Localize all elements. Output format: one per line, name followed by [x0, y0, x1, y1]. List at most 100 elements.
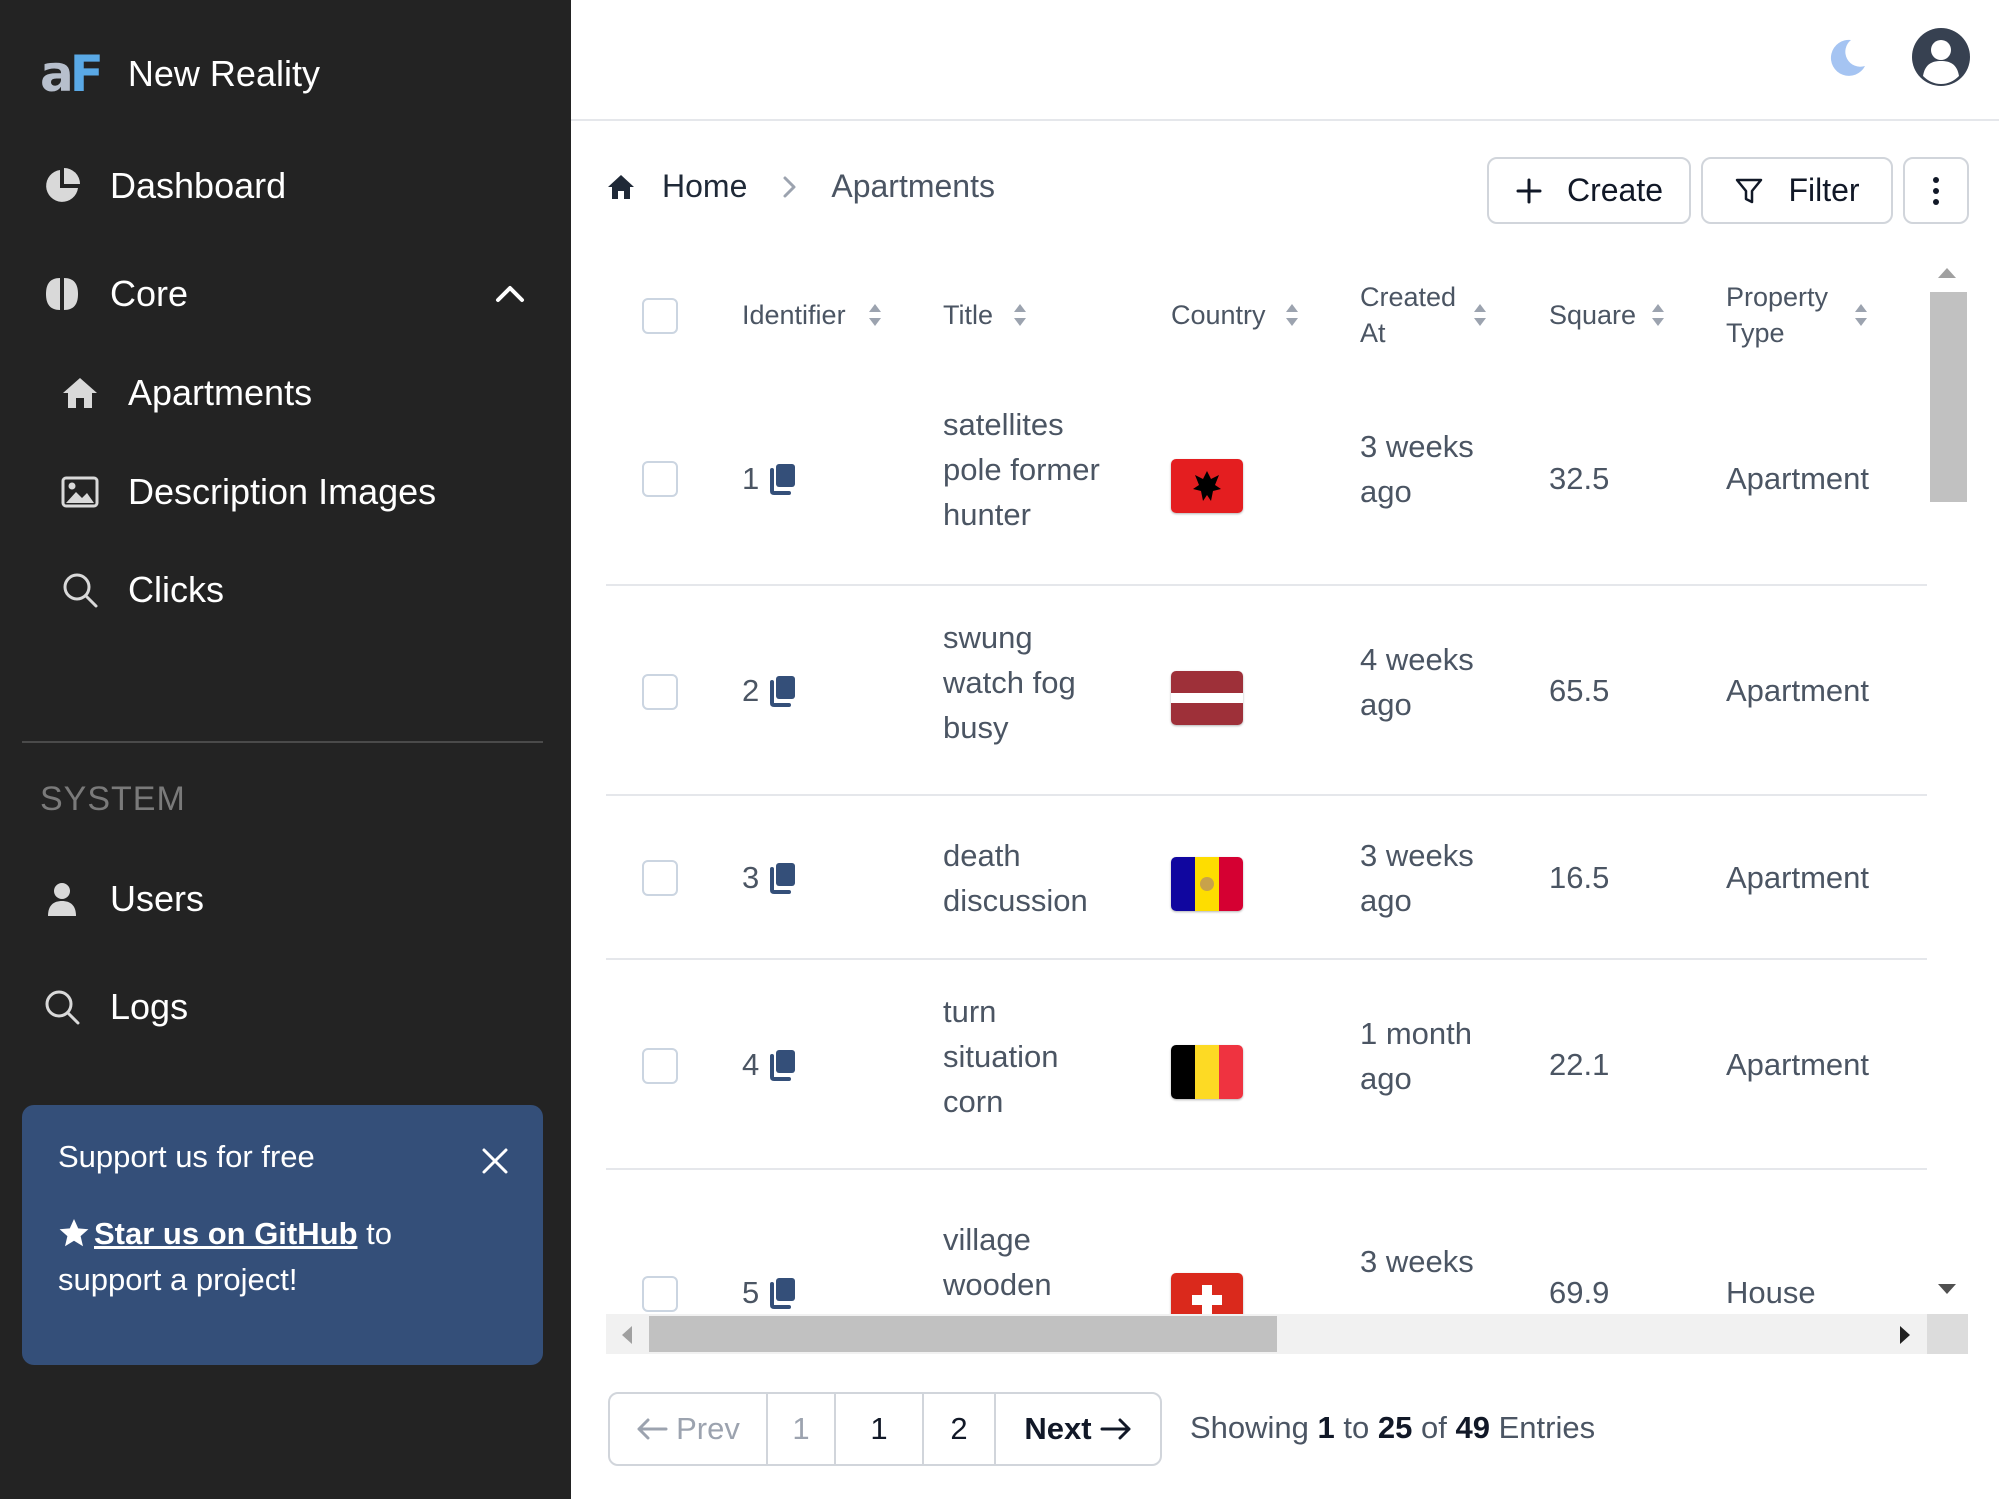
- more-vertical-icon: [1933, 176, 1939, 205]
- column-header-created-at[interactable]: Created At: [1360, 279, 1456, 351]
- plus-icon: [1516, 178, 1542, 203]
- promo-title: Support us for free: [58, 1139, 315, 1174]
- copy-icon[interactable]: [767, 462, 797, 496]
- select-all-checkbox[interactable]: [642, 298, 678, 334]
- breadcrumb: Home Apartments: [606, 168, 995, 205]
- row-title: village wooden: [943, 1222, 1052, 1302]
- arrow-left-icon: [637, 1418, 668, 1440]
- brand-name: New Reality: [127, 53, 320, 94]
- scroll-down-arrow-icon[interactable]: [1936, 1282, 1958, 1296]
- row-identifier: 5: [742, 1270, 797, 1315]
- image-icon: [58, 470, 102, 514]
- section-label-system: SYSTEM: [40, 780, 186, 818]
- row-title: satellites pole former hunter: [943, 407, 1100, 532]
- github-star-link[interactable]: Star us on GitHub: [94, 1216, 358, 1251]
- sidebar-item-label: Core: [110, 273, 189, 314]
- row-created-at: 4 weeks ago: [1360, 642, 1474, 722]
- copy-icon[interactable]: [767, 1276, 797, 1310]
- scroll-left-arrow-icon[interactable]: [620, 1324, 634, 1346]
- sidebar-item-description-images[interactable]: Description Images: [58, 470, 436, 514]
- page-button-1[interactable]: 1: [768, 1394, 836, 1464]
- table-header: Identifier Title Country Created At Squar…: [606, 262, 1927, 372]
- breadcrumb-current: Apartments: [831, 168, 995, 204]
- row-square: 65.5: [1549, 673, 1610, 708]
- row-created-at: 3 weeks: [1360, 1244, 1474, 1279]
- sidebar-item-label: Apartments: [128, 372, 313, 413]
- sort-icon[interactable]: [1473, 302, 1487, 328]
- apartments-table: Identifier Title Country Created At Squar…: [606, 262, 1927, 1316]
- column-header-property-type[interactable]: Property Type: [1726, 279, 1828, 351]
- copy-icon[interactable]: [767, 861, 797, 895]
- row-property-type: Apartment: [1726, 673, 1870, 708]
- scroll-up-arrow-icon[interactable]: [1936, 266, 1958, 280]
- create-button[interactable]: Create: [1487, 157, 1691, 224]
- row-checkbox[interactable]: [642, 674, 678, 710]
- page-button-2[interactable]: 2: [924, 1394, 996, 1464]
- column-header-square[interactable]: Square: [1549, 297, 1636, 333]
- sidebar-item-users[interactable]: Users: [40, 877, 204, 921]
- sidebar-item-apartments[interactable]: Apartments: [58, 371, 312, 415]
- row-created-at: 1 month ago: [1360, 1016, 1473, 1096]
- row-checkbox[interactable]: [642, 461, 678, 497]
- pagination: Prev 1 1 2 Next: [608, 1392, 1162, 1466]
- row-title: death discussion: [943, 838, 1088, 918]
- pie-chart-icon: [40, 164, 84, 208]
- page-button-1[interactable]: 1: [836, 1394, 924, 1464]
- breadcrumb-home[interactable]: Home: [662, 168, 747, 205]
- sidebar-item-clicks[interactable]: Clicks: [58, 568, 224, 612]
- row-identifier: 1: [742, 456, 797, 501]
- prev-page-button[interactable]: Prev: [610, 1394, 768, 1464]
- sort-icon[interactable]: [1013, 302, 1027, 328]
- sidebar-item-label: Description Images: [128, 471, 437, 512]
- copy-icon[interactable]: [767, 674, 797, 708]
- column-header-country[interactable]: Country: [1171, 297, 1266, 333]
- copy-icon[interactable]: [767, 1048, 797, 1082]
- filter-button[interactable]: Filter: [1701, 157, 1893, 224]
- sidebar-item-label: Clicks: [128, 569, 224, 610]
- flag-latvia-icon: [1171, 671, 1243, 725]
- search-icon: [40, 985, 84, 1029]
- sidebar: aF New Reality Dashboard Core Apartments…: [0, 0, 571, 1499]
- flag-andorra-icon: [1171, 857, 1243, 911]
- table-row[interactable]: 1 satellites pole former hunter 3 weeks ago…: [606, 372, 1927, 586]
- sort-icon[interactable]: [868, 302, 882, 328]
- more-options-button[interactable]: [1903, 157, 1969, 224]
- sort-icon[interactable]: [1285, 302, 1299, 328]
- table-row[interactable]: 3 death discussion 3 weeks ago 16.5 Apartm…: [606, 796, 1927, 960]
- avatar[interactable]: [1910, 26, 1972, 88]
- sort-icon[interactable]: [1854, 302, 1868, 328]
- row-checkbox[interactable]: [642, 1048, 678, 1084]
- star-icon: [59, 1219, 89, 1247]
- sidebar-item-logs[interactable]: Logs: [40, 985, 188, 1029]
- topbar: [571, 0, 1999, 121]
- sort-icon[interactable]: [1651, 302, 1665, 328]
- brain-icon: [40, 272, 84, 316]
- table-row[interactable]: 2 swung watch fog busy 4 weeks ago 65.5 Apa…: [606, 586, 1927, 796]
- brand[interactable]: aF New Reality: [40, 44, 320, 104]
- flag-switzerland-icon: [1171, 1273, 1243, 1316]
- chevron-up-icon[interactable]: [492, 276, 528, 312]
- row-checkbox[interactable]: [642, 860, 678, 896]
- sidebar-item-label: Users: [110, 878, 205, 919]
- next-page-button[interactable]: Next: [996, 1394, 1160, 1464]
- row-checkbox[interactable]: [642, 1276, 678, 1312]
- brand-logo: aF: [40, 45, 104, 103]
- vertical-scrollbar-thumb[interactable]: [1930, 292, 1967, 502]
- horizontal-scrollbar-thumb[interactable]: [649, 1316, 1277, 1352]
- moon-icon[interactable]: [1825, 36, 1869, 80]
- table-row[interactable]: 4 turn situation corn 1 month ago 22.1 Apar…: [606, 960, 1927, 1170]
- table-row[interactable]: 5 village wooden 3 weeks 69.9 House: [606, 1170, 1927, 1316]
- sidebar-item-core[interactable]: Core: [40, 272, 188, 316]
- row-title: turn situation corn: [943, 994, 1059, 1119]
- close-icon[interactable]: [481, 1147, 509, 1175]
- user-icon: [40, 877, 84, 921]
- arrow-right-icon: [1100, 1418, 1131, 1440]
- column-header-title[interactable]: Title: [943, 297, 993, 333]
- column-header-identifier[interactable]: Identifier: [742, 297, 846, 333]
- row-created-at: 3 weeks ago: [1360, 429, 1474, 509]
- row-square: 16.5: [1549, 860, 1610, 895]
- scroll-right-arrow-icon[interactable]: [1898, 1324, 1912, 1346]
- chevron-right-icon: [783, 176, 796, 197]
- row-identifier: 4: [742, 1042, 797, 1087]
- sidebar-item-dashboard[interactable]: Dashboard: [40, 164, 286, 208]
